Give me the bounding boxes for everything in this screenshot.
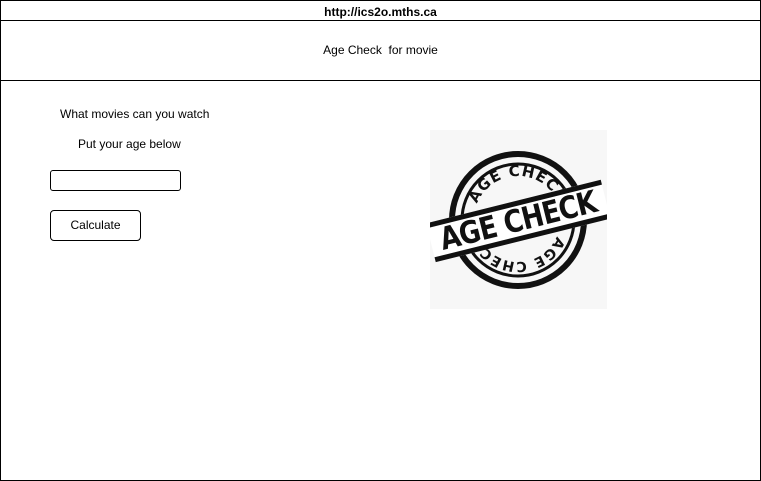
calculate-button[interactable]: Calculate [50,210,141,241]
age-check-stamp-icon: AGE CHECK AGE CHECK AGE CHECK [430,130,607,309]
instruction-label: Put your age below [78,137,181,151]
age-input[interactable] [50,170,181,191]
question-label: What movies can you watch [60,107,210,121]
address-bar[interactable]: http://ics2o.mths.ca [1,1,760,21]
page-title: Age Check for movie [1,21,760,81]
